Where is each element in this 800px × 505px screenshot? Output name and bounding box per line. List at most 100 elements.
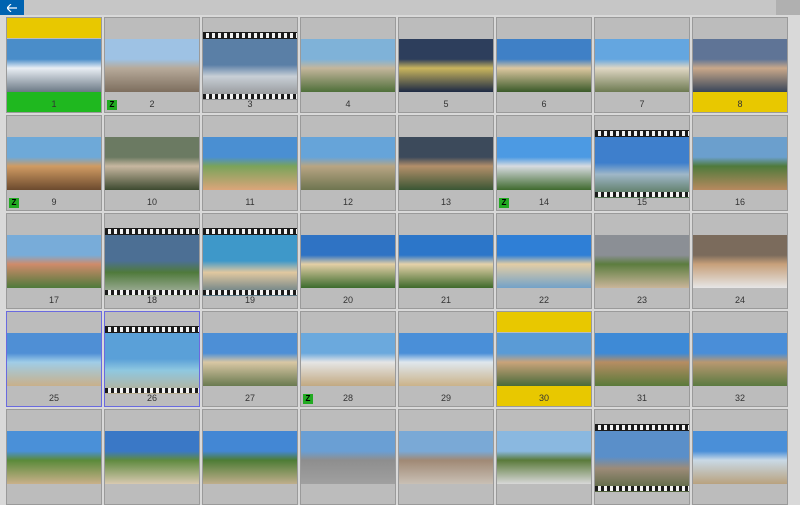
scrollbar-arrow[interactable] xyxy=(776,0,800,15)
photo-thumbnail[interactable]: 9Z xyxy=(6,115,102,211)
title-bar xyxy=(0,0,800,15)
photo-image xyxy=(301,137,395,190)
photo-thumbnail[interactable] xyxy=(496,409,592,505)
photo-image xyxy=(497,333,591,386)
photo-thumbnail[interactable]: 2Z xyxy=(104,17,200,113)
thumbnail-number: 7 xyxy=(639,99,645,109)
thumbnail-number: 4 xyxy=(345,99,351,109)
photo-image xyxy=(105,137,199,190)
video-frame xyxy=(203,32,297,100)
photo-thumbnail[interactable]: 7 xyxy=(594,17,690,113)
photo-thumbnail[interactable] xyxy=(398,409,494,505)
photo-thumbnail[interactable] xyxy=(300,409,396,505)
thumbnail-number: 28 xyxy=(342,393,353,403)
thumbnail-number: 23 xyxy=(636,295,647,305)
photo-thumbnail[interactable] xyxy=(692,409,788,505)
thumbnail-number: 12 xyxy=(342,197,353,207)
thumbnail-grid: 1 2 Z 3 4 5 6 7 8 9 Z 10 11 12 13 14 Z 15 16 17 18 19 20 21 22 23… xyxy=(6,17,788,505)
photo-thumbnail[interactable]: 31 xyxy=(594,311,690,407)
photo-thumbnail[interactable]: 6 xyxy=(496,17,592,113)
thumbnail-number: 24 xyxy=(734,295,745,305)
photo-thumbnail[interactable]: 23 xyxy=(594,213,690,309)
photo-thumbnail[interactable]: 18 xyxy=(104,213,200,309)
photo-image xyxy=(7,137,101,190)
photo-thumbnail[interactable]: 14 Z xyxy=(496,115,592,211)
photo-thumbnail[interactable]: 11 xyxy=(202,115,298,211)
video-frame xyxy=(203,228,297,296)
thumbnail-number: 8 xyxy=(737,99,743,109)
thumbnail-number: 3 xyxy=(247,99,253,109)
thumbnail-number: 19 xyxy=(244,295,255,305)
z-badge: Z xyxy=(107,100,117,110)
photo-image xyxy=(693,333,787,386)
thumbnail-number: 6 xyxy=(541,99,547,109)
photo-thumbnail[interactable] xyxy=(104,409,200,505)
video-frame xyxy=(595,424,689,492)
photo-thumbnail[interactable]: 28 Z xyxy=(300,311,396,407)
thumbnail-number: 5 xyxy=(443,99,449,109)
photo-image xyxy=(693,431,787,484)
thumbnail-number: 25 xyxy=(48,393,59,403)
photo-image xyxy=(301,333,395,386)
photo-thumbnail[interactable]: 26 xyxy=(104,311,200,407)
photo-thumbnail[interactable]: 27 xyxy=(202,311,298,407)
photo-thumbnail[interactable]: 29 xyxy=(398,311,494,407)
thumbnail-number: 17 xyxy=(48,295,59,305)
photo-image xyxy=(399,431,493,484)
photo-thumbnail[interactable]: 24 xyxy=(692,213,788,309)
photo-image xyxy=(7,333,101,386)
photo-thumbnail[interactable]: 15 xyxy=(594,115,690,211)
photo-thumbnail[interactable]: 8 xyxy=(692,17,788,113)
photo-thumbnail[interactable]: 30 xyxy=(496,311,592,407)
photo-image xyxy=(497,431,591,484)
photo-image xyxy=(497,235,591,288)
thumbnail-number: 27 xyxy=(244,393,255,403)
photo-image xyxy=(399,235,493,288)
back-button[interactable] xyxy=(0,0,24,15)
photo-image xyxy=(399,137,493,190)
thumbnail-number: 11 xyxy=(245,197,255,207)
thumbnail-number: 13 xyxy=(440,197,451,207)
photo-thumbnail[interactable] xyxy=(202,409,298,505)
thumbnail-number: 16 xyxy=(734,197,745,207)
photo-thumbnail[interactable]: 32 xyxy=(692,311,788,407)
photo-thumbnail[interactable]: 10 xyxy=(104,115,200,211)
photo-thumbnail[interactable]: 4 xyxy=(300,17,396,113)
photo-thumbnail[interactable]: 19 xyxy=(202,213,298,309)
photo-thumbnail[interactable] xyxy=(6,409,102,505)
photo-image xyxy=(105,431,199,484)
photo-thumbnail[interactable]: 12 xyxy=(300,115,396,211)
thumbnail-number: 21 xyxy=(440,295,451,305)
photo-image xyxy=(693,39,787,92)
photo-thumbnail[interactable]: 20 xyxy=(300,213,396,309)
thumbnail-number: 1 xyxy=(51,99,57,109)
photo-thumbnail[interactable]: 17 xyxy=(6,213,102,309)
photo-image xyxy=(595,235,689,288)
thumbnail-number: 29 xyxy=(440,393,451,403)
photo-image xyxy=(301,235,395,288)
photo-thumbnail[interactable]: 21 xyxy=(398,213,494,309)
photo-thumbnail[interactable]: 13 xyxy=(398,115,494,211)
photo-image xyxy=(301,431,395,484)
photo-thumbnail[interactable]: 25 xyxy=(6,311,102,407)
photo-thumbnail[interactable]: 5 xyxy=(398,17,494,113)
z-badge: Z xyxy=(499,198,509,208)
photo-thumbnail[interactable]: 1 xyxy=(6,17,102,113)
photo-image xyxy=(497,137,591,190)
photo-image xyxy=(203,333,297,386)
photo-thumbnail[interactable]: 16 xyxy=(692,115,788,211)
thumbnail-number: 2 xyxy=(149,99,155,109)
photo-image xyxy=(7,235,101,288)
photo-thumbnail[interactable]: 22 xyxy=(496,213,592,309)
highlight-band-top xyxy=(7,18,101,38)
arrow-left-icon xyxy=(7,3,17,12)
thumbnail-number: 10 xyxy=(146,197,157,207)
z-badge: Z xyxy=(9,198,19,208)
thumbnail-number: 9 xyxy=(51,197,57,207)
photo-image xyxy=(693,235,787,288)
photo-thumbnail[interactable] xyxy=(594,409,690,505)
photo-thumbnail[interactable]: 3 xyxy=(202,17,298,113)
photo-image xyxy=(693,137,787,190)
photo-image xyxy=(7,431,101,484)
z-badge: Z xyxy=(303,394,313,404)
